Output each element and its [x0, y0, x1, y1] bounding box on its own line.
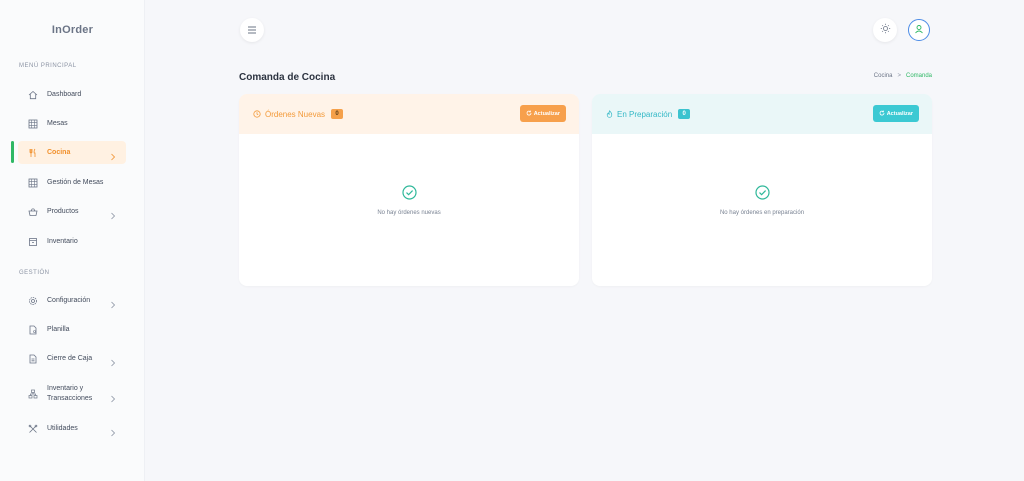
new-orders-header: Órdenes Nuevas 0 Actualizar [239, 94, 579, 134]
chevron-right-icon [110, 148, 116, 166]
sidebar-item-label: Gestión de Mesas [47, 178, 104, 186]
in-preparation-title-text: En Preparación [617, 109, 673, 119]
sidebar-item-label: Configuración [47, 296, 91, 304]
in-preparation-card: En Preparación 0 Actualizar No hay órden… [592, 94, 932, 286]
sidebar-item-dashboard[interactable]: Dashboard [18, 83, 126, 106]
sidebar-item-label: Dashboard [47, 90, 82, 98]
chevron-right-icon [110, 424, 116, 442]
user-icon [914, 21, 924, 39]
breadcrumb-separator: > [897, 73, 901, 79]
section-title-manage: GESTIÓN [19, 270, 50, 276]
home-icon [27, 89, 39, 101]
chevron-right-icon [110, 296, 116, 314]
grid-icon [27, 177, 39, 189]
new-orders-title-text: Órdenes Nuevas [265, 109, 326, 119]
sidebar-item-cierre-caja[interactable]: Cierre de Caja [18, 347, 126, 370]
document-user-icon [27, 324, 39, 336]
utensils-icon [27, 147, 39, 159]
chevron-right-icon [110, 390, 116, 408]
basket-icon [27, 206, 39, 218]
in-preparation-empty-state: No hay órdenes en preparación [592, 185, 932, 216]
sidebar-item-label: Inventario [47, 237, 78, 245]
brand-logo[interactable]: InOrder [0, 24, 145, 36]
in-preparation-refresh-button[interactable]: Actualizar [872, 105, 919, 122]
avatar[interactable] [908, 19, 930, 41]
sidebar-item-utilidades[interactable]: Utilidades [18, 417, 126, 440]
new-orders-title: Órdenes Nuevas 0 [253, 109, 344, 119]
clock-icon [253, 110, 261, 118]
sidebar-item-productos[interactable]: Productos [18, 200, 126, 223]
sidebar-item-label: Productos [47, 207, 79, 215]
new-orders-empty-state: No hay órdenes nuevas [239, 185, 579, 216]
in-preparation-count-badge: 0 [678, 109, 691, 119]
sidebar-item-label: Cocina [47, 148, 71, 156]
sidebar-item-planilla[interactable]: Planilla [18, 318, 126, 341]
refresh-label: Actualizar [533, 110, 560, 117]
sidebar-item-configuracion[interactable]: Configuración [18, 289, 126, 312]
refresh-icon [526, 110, 532, 118]
in-preparation-empty-message: No hay órdenes en preparación [719, 210, 805, 216]
in-preparation-header: En Preparación 0 Actualizar [592, 94, 932, 134]
chevron-right-icon [110, 354, 116, 372]
sidebar-item-label: Cierre de Caja [47, 354, 93, 362]
sidebar-item-label: Planilla [47, 325, 70, 333]
breadcrumb-parent[interactable]: Cocina [874, 73, 893, 79]
check-circle-icon [592, 185, 932, 200]
sidebar: InOrder MENÚ PRINCIPAL Dashboard Mesas C… [0, 0, 145, 481]
breadcrumb-current: Comanda [905, 73, 932, 79]
chevron-right-icon [110, 207, 116, 225]
sidebar-item-cocina[interactable]: Cocina [18, 141, 126, 164]
sidebar-item-label: Mesas [47, 119, 68, 127]
in-preparation-title: En Preparación 0 [606, 109, 691, 119]
active-indicator [11, 141, 14, 163]
gear-icon [27, 295, 39, 307]
sun-icon [880, 21, 891, 39]
sidebar-item-gestion-mesas[interactable]: Gestión de Mesas [18, 171, 126, 194]
grid-icon [27, 118, 39, 130]
network-icon [27, 388, 39, 400]
new-orders-empty-message: No hay órdenes nuevas [377, 210, 441, 216]
sidebar-item-mesas[interactable]: Mesas [18, 112, 126, 135]
menu-toggle-button[interactable] [240, 18, 264, 42]
document-icon [27, 353, 39, 365]
tools-icon [27, 423, 39, 435]
breadcrumb: Cocina > Comanda [874, 73, 932, 79]
new-orders-count-badge: 0 [331, 109, 344, 119]
fire-icon [606, 110, 613, 118]
sidebar-item-inventario-transacciones[interactable]: Inventario y Transacciones [18, 382, 126, 406]
sidebar-item-label: Utilidades [47, 424, 78, 432]
hamburger-icon [247, 21, 257, 39]
theme-toggle-button[interactable] [873, 18, 897, 42]
new-orders-refresh-button[interactable]: Actualizar [519, 105, 566, 122]
box-icon [27, 236, 39, 248]
new-orders-card: Órdenes Nuevas 0 Actualizar No hay órden… [239, 94, 579, 286]
refresh-icon [879, 110, 885, 118]
page-title: Comanda de Cocina [239, 72, 336, 83]
sidebar-item-inventario[interactable]: Inventario [18, 230, 126, 253]
section-title-main: MENÚ PRINCIPAL [19, 63, 77, 69]
sidebar-item-label: Inventario y Transacciones [47, 385, 93, 402]
refresh-label: Actualizar [886, 110, 913, 117]
check-circle-icon [239, 185, 579, 200]
